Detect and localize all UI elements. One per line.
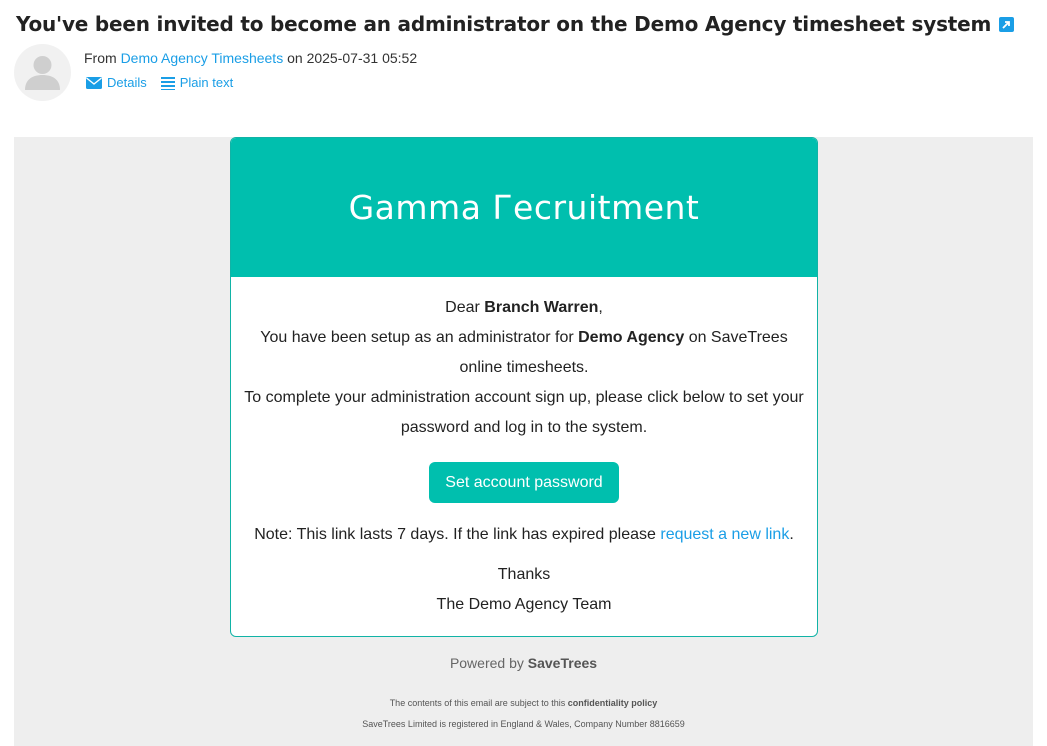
recipient-name: Branch Warren xyxy=(484,299,599,316)
note-suffix: . xyxy=(789,526,794,543)
powered-by: Powered by SaveTrees xyxy=(14,655,1033,671)
subject-text: You've been invited to become an adminis… xyxy=(16,12,992,36)
email-body-background: Gamma Гecruitment Dear Branch Warren, Yo… xyxy=(14,137,1033,746)
set-password-button[interactable]: Set account password xyxy=(429,462,619,503)
signoff-block: Thanks The Demo Agency Team xyxy=(231,560,817,620)
thanks-text: Thanks xyxy=(497,566,551,583)
envelope-icon xyxy=(86,76,102,89)
confidentiality-note: The contents of this email are subject t… xyxy=(14,698,1033,708)
email-meta: From Demo Agency Timesheets on 2025-07-3… xyxy=(84,50,417,66)
setup-prefix: You have been setup as an administrator … xyxy=(260,329,574,346)
signoff-text: The Demo Agency Team xyxy=(436,596,612,613)
request-new-link[interactable]: request a new link xyxy=(660,526,789,543)
powered-prefix: Powered by xyxy=(449,655,524,671)
greeting-suffix: , xyxy=(598,299,603,316)
expiry-note: Note: This link lasts 7 days. If the lin… xyxy=(231,526,817,544)
brand-title: Gamma Гecruitment xyxy=(348,188,700,227)
greeting-prefix: Dear xyxy=(445,299,480,316)
powered-brand: SaveTrees xyxy=(527,655,598,671)
details-label: Details xyxy=(107,75,147,90)
date-prefix: on xyxy=(287,50,303,66)
external-link-icon[interactable] xyxy=(999,16,1015,32)
registration-note: SaveTrees Limited is registered in Engla… xyxy=(362,719,685,729)
agency-name: Demo Agency xyxy=(578,329,685,346)
sender-link[interactable]: Demo Agency Timesheets xyxy=(121,50,284,66)
confidentiality-link[interactable]: confidentiality policy xyxy=(568,698,658,708)
sender-avatar xyxy=(14,44,71,101)
confidentiality-prefix: The contents of this email are subject t… xyxy=(389,698,566,708)
message-card: Gamma Гecruitment Dear Branch Warren, Yo… xyxy=(230,137,818,637)
message-body: Dear Branch Warren, You have been setup … xyxy=(231,277,817,503)
instructions-line: To complete your administration account … xyxy=(244,389,804,436)
email-actions: Details Plain text xyxy=(86,75,233,90)
plain-text-label: Plain text xyxy=(179,75,234,90)
lines-icon xyxy=(160,76,175,90)
note-prefix: Note: This link lasts 7 days. If the lin… xyxy=(254,526,656,543)
email-subject: You've been invited to become an adminis… xyxy=(16,12,1015,36)
details-button[interactable]: Details xyxy=(86,75,147,90)
user-avatar-icon xyxy=(25,56,60,90)
from-label: From xyxy=(84,50,117,66)
brand-banner: Gamma Гecruitment xyxy=(231,138,817,277)
plain-text-button[interactable]: Plain text xyxy=(160,75,234,90)
greeting: Dear Branch Warren, xyxy=(231,293,817,323)
setup-line: You have been setup as an administrator … xyxy=(231,323,817,383)
email-date: 2025-07-31 05:52 xyxy=(306,50,418,66)
